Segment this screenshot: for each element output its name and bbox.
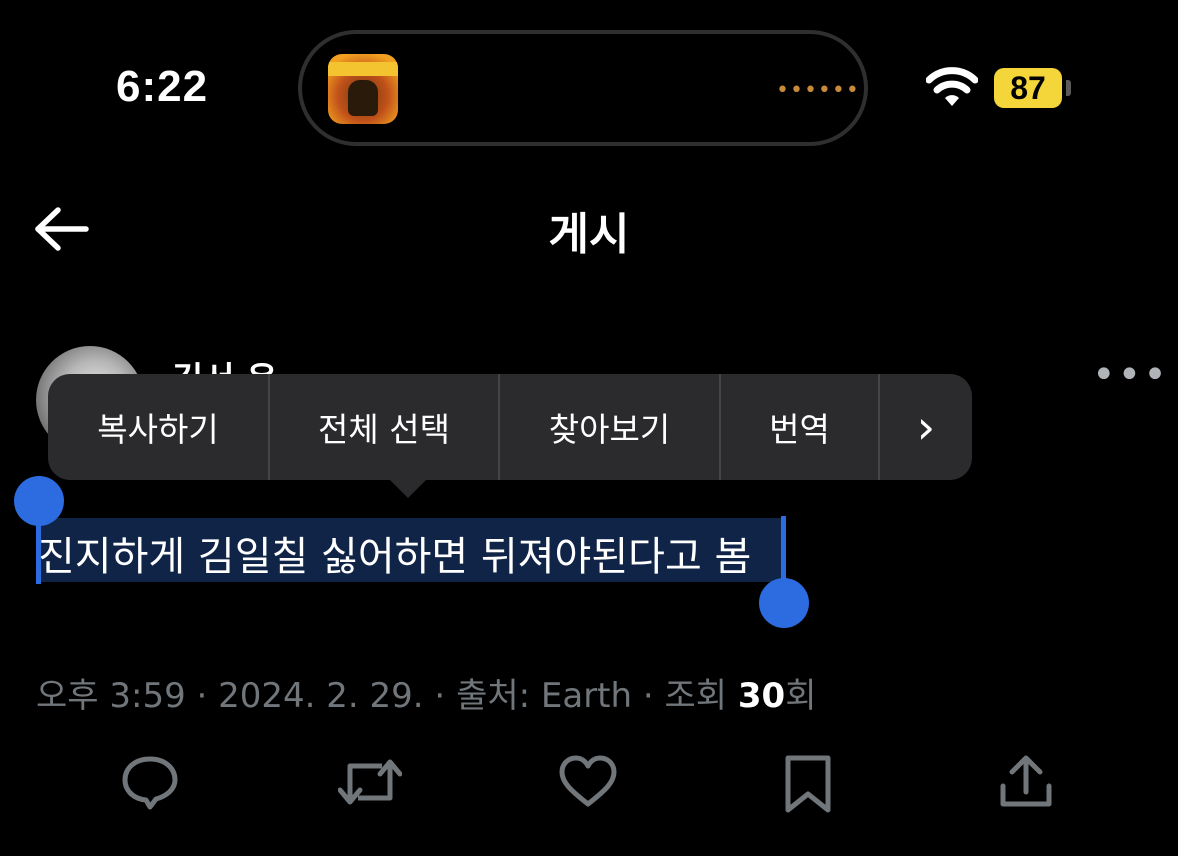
status-time: 6:22 bbox=[116, 62, 209, 111]
reply-icon[interactable] bbox=[120, 754, 180, 810]
meta-separator: · bbox=[632, 676, 665, 716]
menu-next-icon[interactable]: › bbox=[880, 374, 972, 480]
now-playing-artwork[interactable] bbox=[328, 54, 398, 124]
selection-end-knob[interactable] bbox=[759, 578, 809, 628]
menu-item-copy[interactable]: 복사하기 bbox=[48, 374, 270, 480]
wifi-icon bbox=[926, 67, 978, 106]
post-meta: 오후 3:59 · 2024. 2. 29. · 출처: Earth · 조회 … bbox=[36, 668, 816, 717]
views-prefix: 조회 bbox=[664, 676, 738, 716]
text-context-menu: 복사하기 전체 선택 찾아보기 번역 › bbox=[48, 374, 972, 480]
post-source[interactable]: 출처: Earth bbox=[456, 676, 632, 716]
meta-separator: · bbox=[185, 676, 219, 716]
menu-item-look-up[interactable]: 찾아보기 bbox=[500, 374, 721, 480]
page-title: 게시 bbox=[548, 209, 630, 260]
menu-caret bbox=[388, 478, 428, 498]
bookmark-icon[interactable] bbox=[784, 754, 832, 814]
share-icon[interactable] bbox=[998, 754, 1054, 810]
battery-level: 87 bbox=[994, 68, 1062, 108]
selection-start-knob[interactable] bbox=[14, 476, 64, 526]
retweet-icon[interactable] bbox=[338, 754, 402, 810]
views-count[interactable]: 30 bbox=[738, 676, 785, 716]
post-text[interactable]: 진지하게 김일칠 싫어하면 뒤져야된다고 봄 bbox=[38, 524, 751, 582]
post-date: 2024. 2. 29. bbox=[218, 676, 424, 716]
meta-separator: · bbox=[423, 676, 457, 716]
post-time: 오후 3:59 bbox=[36, 676, 186, 716]
menu-item-select-all[interactable]: 전체 선택 bbox=[270, 374, 500, 480]
more-options-icon[interactable]: ••• bbox=[1092, 352, 1169, 398]
menu-item-translate[interactable]: 번역 bbox=[721, 374, 880, 480]
battery-tip-icon bbox=[1066, 80, 1071, 96]
activity-indicator-icon: •••••• bbox=[776, 78, 860, 103]
views-suffix: 회 bbox=[785, 676, 817, 716]
like-icon[interactable] bbox=[558, 754, 618, 810]
